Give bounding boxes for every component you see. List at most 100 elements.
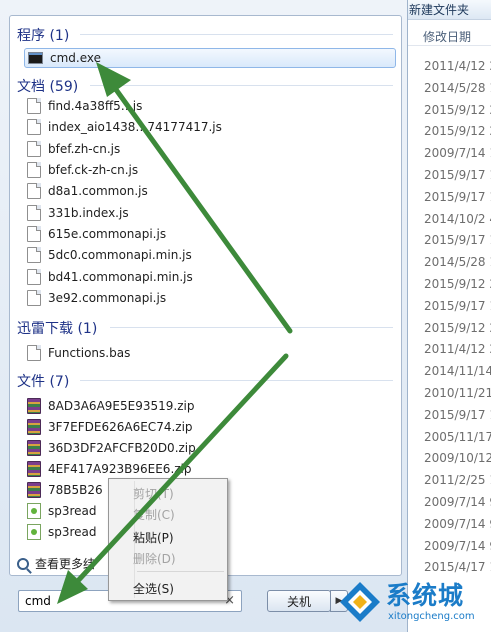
- result-item-functions-bas[interactable]: Functions.bas: [27, 343, 387, 363]
- result-item-label: 3F7EFDE626A6EC74.zip: [48, 420, 193, 434]
- document-icon: [27, 269, 41, 285]
- result-item-label: 331b.index.js: [48, 206, 129, 220]
- explorer-row-date[interactable]: 2015/9/17 1: [401, 186, 491, 208]
- explorer-row-date[interactable]: 2010/11/21: [401, 382, 491, 404]
- explorer-window: 新建文件夹 修改日期 2011/4/12 2 2014/5/28 1 2015/9/…: [400, 0, 491, 632]
- result-item-document[interactable]: 3e92.commonapi.js: [27, 288, 387, 308]
- result-item-document[interactable]: 5dc0.commonapi.min.js: [27, 245, 387, 265]
- document-icon: [27, 205, 41, 221]
- watermark-name: 系统城: [386, 581, 465, 610]
- result-item-label: 3e92.commonapi.js: [48, 291, 167, 305]
- result-item-label: bfef.zh-cn.js: [48, 142, 121, 156]
- explorer-row-date[interactable]: 2014/5/28 1: [401, 251, 491, 273]
- watermark-logo-icon: [340, 582, 380, 622]
- explorer-row-date[interactable]: 2015/9/12 2: [401, 120, 491, 142]
- explorer-row-date[interactable]: 2009/10/12: [401, 447, 491, 469]
- explorer-file-list: 2011/4/12 2 2014/5/28 1 2015/9/12 2 2015/9/…: [401, 55, 491, 578]
- divider: [80, 34, 393, 35]
- result-item-label: bfef.ck-zh-cn.js: [48, 163, 139, 177]
- explorer-row-date[interactable]: 2011/2/25 1: [401, 469, 491, 491]
- result-item-label: 4EF417A923B96EE6.zip: [48, 462, 192, 476]
- text-file-icon: [27, 524, 41, 540]
- result-item-label: cmd.exe: [50, 51, 102, 65]
- result-item-label: index_aio1438…74177417.js: [48, 120, 222, 134]
- zip-icon: [27, 398, 41, 414]
- result-item-label: bd41.commonapi.min.js: [48, 270, 193, 284]
- document-icon: [27, 345, 41, 361]
- explorer-row-date[interactable]: 2011/4/12 2: [401, 55, 491, 77]
- result-item-document[interactable]: find.4a38ff5…js: [27, 96, 387, 116]
- group-title-programs: 程序 (1): [17, 28, 70, 44]
- explorer-folder-title: 新建文件夹: [401, 0, 491, 20]
- menu-item-copy[interactable]: 复制(C): [133, 506, 175, 523]
- watermark: 系统城 xitongcheng.com: [338, 574, 491, 632]
- result-item-document[interactable]: bfef.zh-cn.js: [27, 139, 387, 159]
- explorer-row-date[interactable]: 2015/9/12 2: [401, 273, 491, 295]
- explorer-row-date[interactable]: 2014/10/2 4: [401, 208, 491, 230]
- result-item-label: 36D3DF2AFCFB20D0.zip: [48, 441, 196, 455]
- explorer-row-date[interactable]: 2015/9/17 1: [401, 229, 491, 251]
- result-item-label: 5dc0.commonapi.min.js: [48, 248, 192, 262]
- group-title-files: 文件 (7): [17, 374, 70, 390]
- explorer-row-date[interactable]: 2015/9/17 1: [401, 404, 491, 426]
- menu-item-delete[interactable]: 删除(D): [133, 550, 176, 567]
- zip-icon: [27, 419, 41, 435]
- text-file-icon: [27, 503, 41, 519]
- date-column-header[interactable]: 修改日期: [401, 20, 491, 46]
- menu-item-paste[interactable]: 粘贴(P): [133, 529, 174, 546]
- result-item-zip[interactable]: 4EF417A923B96EE6.zip: [27, 459, 387, 479]
- explorer-row-date[interactable]: 2015/9/17 1: [401, 295, 491, 317]
- explorer-row-date[interactable]: 2015/9/12 2: [401, 99, 491, 121]
- group-title-documents: 文档 (59): [17, 79, 79, 95]
- menu-separator: [137, 571, 224, 572]
- result-item-document[interactable]: 331b.index.js: [27, 203, 387, 223]
- result-item-cmd[interactable]: cmd.exe: [24, 48, 396, 68]
- search-query[interactable]: cmd: [19, 594, 51, 608]
- divider: [80, 380, 393, 381]
- result-item-document[interactable]: bfef.ck-zh-cn.js: [27, 160, 387, 180]
- result-item-document[interactable]: index_aio1438…74177417.js: [27, 117, 387, 137]
- document-icon: [27, 98, 41, 114]
- result-item-document[interactable]: 615e.commonapi.js: [27, 224, 387, 244]
- result-item-zip[interactable]: 36D3DF2AFCFB20D0.zip: [27, 438, 387, 458]
- result-item-label: sp3read: [48, 525, 97, 539]
- zip-icon: [27, 440, 41, 456]
- group-title-thunder-downloads: 迅雷下载 (1): [17, 321, 98, 337]
- result-item-label: Functions.bas: [48, 346, 131, 360]
- explorer-row-date[interactable]: 2014/5/28 1: [401, 77, 491, 99]
- zip-icon: [27, 461, 41, 477]
- document-icon: [27, 226, 41, 242]
- explorer-row-date[interactable]: 2005/11/17: [401, 426, 491, 448]
- document-icon: [27, 247, 41, 263]
- zip-icon: [27, 482, 41, 498]
- result-item-label: 78B5B26: [48, 483, 103, 497]
- see-more-results-link[interactable]: 查看更多结: [17, 555, 95, 572]
- explorer-row-date[interactable]: 2009/7/14 9: [401, 535, 491, 557]
- search-icon: [17, 557, 29, 570]
- menu-item-cut[interactable]: 剪切(T): [133, 485, 174, 502]
- result-item-label: 615e.commonapi.js: [48, 227, 167, 241]
- explorer-row-date[interactable]: 2015/9/17 1: [401, 164, 491, 186]
- result-item-document[interactable]: d8a1.common.js: [27, 181, 387, 201]
- cmd-icon: [28, 52, 43, 64]
- menu-item-select-all[interactable]: 全选(S): [133, 580, 174, 597]
- context-menu: 剪切(T) 复制(C) 粘贴(P) 删除(D) 全选(S): [108, 478, 228, 601]
- divider: [110, 327, 393, 328]
- result-item-zip[interactable]: 3F7EFDE626A6EC74.zip: [27, 417, 387, 437]
- watermark-url: xitongcheng.com: [388, 611, 475, 622]
- document-icon: [27, 141, 41, 157]
- result-item-label: find.4a38ff5…js: [48, 99, 143, 113]
- explorer-row-date[interactable]: 2009/7/14 1: [401, 142, 491, 164]
- shutdown-button[interactable]: 关机: [267, 590, 331, 612]
- explorer-row-date[interactable]: 2015/9/12 2: [401, 317, 491, 339]
- result-item-zip[interactable]: 8AD3A6A9E5E93519.zip: [27, 396, 387, 416]
- explorer-row-date[interactable]: 2011/4/12 2: [401, 338, 491, 360]
- result-item-label: 8AD3A6A9E5E93519.zip: [48, 399, 195, 413]
- explorer-row-date[interactable]: 2009/7/14 9: [401, 513, 491, 535]
- explorer-row-date[interactable]: 2014/11/14: [401, 360, 491, 382]
- result-item-document[interactable]: bd41.commonapi.min.js: [27, 267, 387, 287]
- result-item-label: d8a1.common.js: [48, 184, 148, 198]
- result-item-label: sp3read: [48, 504, 97, 518]
- explorer-row-date[interactable]: 2009/7/14 9: [401, 491, 491, 513]
- document-icon: [27, 290, 41, 306]
